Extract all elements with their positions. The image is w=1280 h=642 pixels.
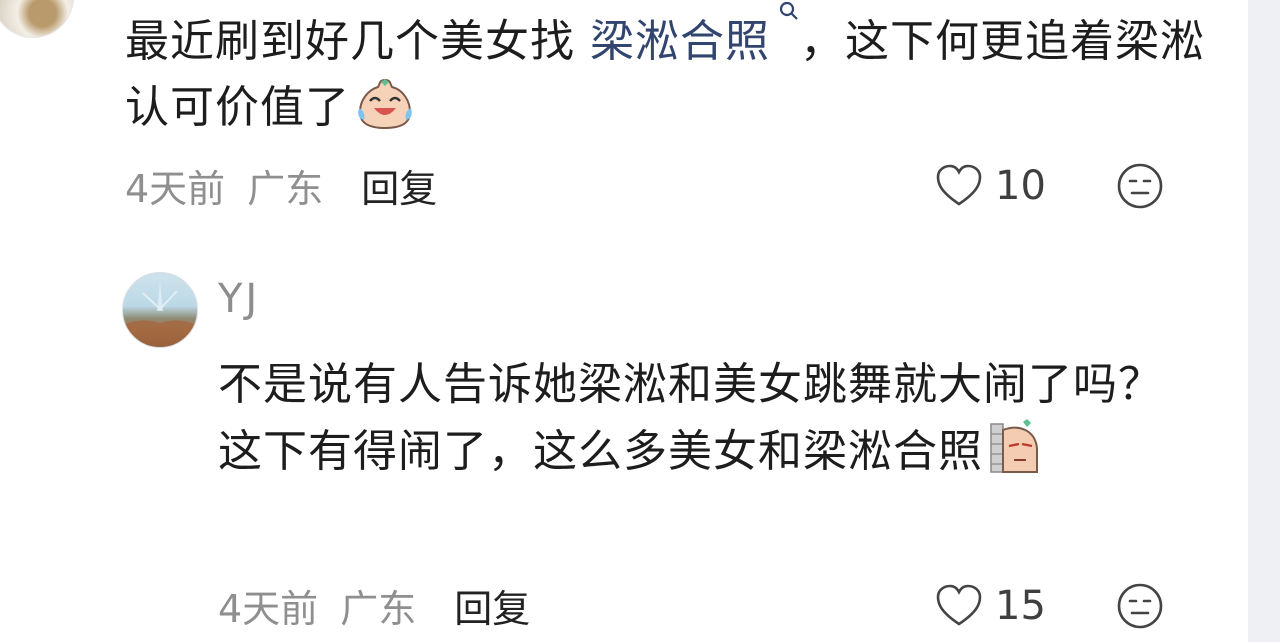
username[interactable]: YJ — [218, 276, 260, 322]
peeking-emoji-icon — [990, 419, 1038, 473]
avatar[interactable] — [122, 272, 198, 348]
avatar[interactable] — [0, 0, 74, 38]
dislike-face-icon[interactable] — [1116, 582, 1164, 630]
comment-meta: 4天前 广东 回复 — [125, 158, 437, 213]
reply-button[interactable]: 回复 — [454, 578, 530, 633]
like-count: 10 — [995, 163, 1046, 209]
heart-icon — [936, 164, 982, 206]
like-count: 15 — [995, 583, 1046, 629]
location: 广东 — [247, 166, 324, 211]
heart-icon — [936, 584, 982, 626]
crying-laughing-emoji-icon — [358, 78, 412, 130]
search-icon[interactable] — [778, 0, 800, 22]
right-edge-strip — [1248, 0, 1280, 642]
avatar-image — [123, 281, 197, 347]
comment-text: 不是说有人告诉她梁淞和美女跳舞就大闹了吗？这下有得闹了，这么多美女和梁淞合照 — [218, 352, 1178, 485]
timestamp: 4天前 — [125, 166, 226, 211]
reply-button[interactable]: 回复 — [361, 158, 437, 213]
search-link[interactable]: 梁淞合照 — [590, 16, 770, 67]
timestamp: 4天前 — [218, 586, 319, 631]
comment-meta: 4天前 广东 回复 — [218, 578, 530, 633]
like-button[interactable]: 15 — [935, 581, 1046, 631]
dislike-face-icon[interactable] — [1116, 162, 1164, 210]
location: 广东 — [340, 586, 417, 631]
comment-text-part: 最近刷到好几个美女找 — [125, 16, 590, 67]
comment-text: 最近刷到好几个美女找 梁淞合照 ，这下何更追着梁淞认可价值了 — [125, 0, 1225, 141]
like-button[interactable]: 10 — [935, 161, 1046, 211]
